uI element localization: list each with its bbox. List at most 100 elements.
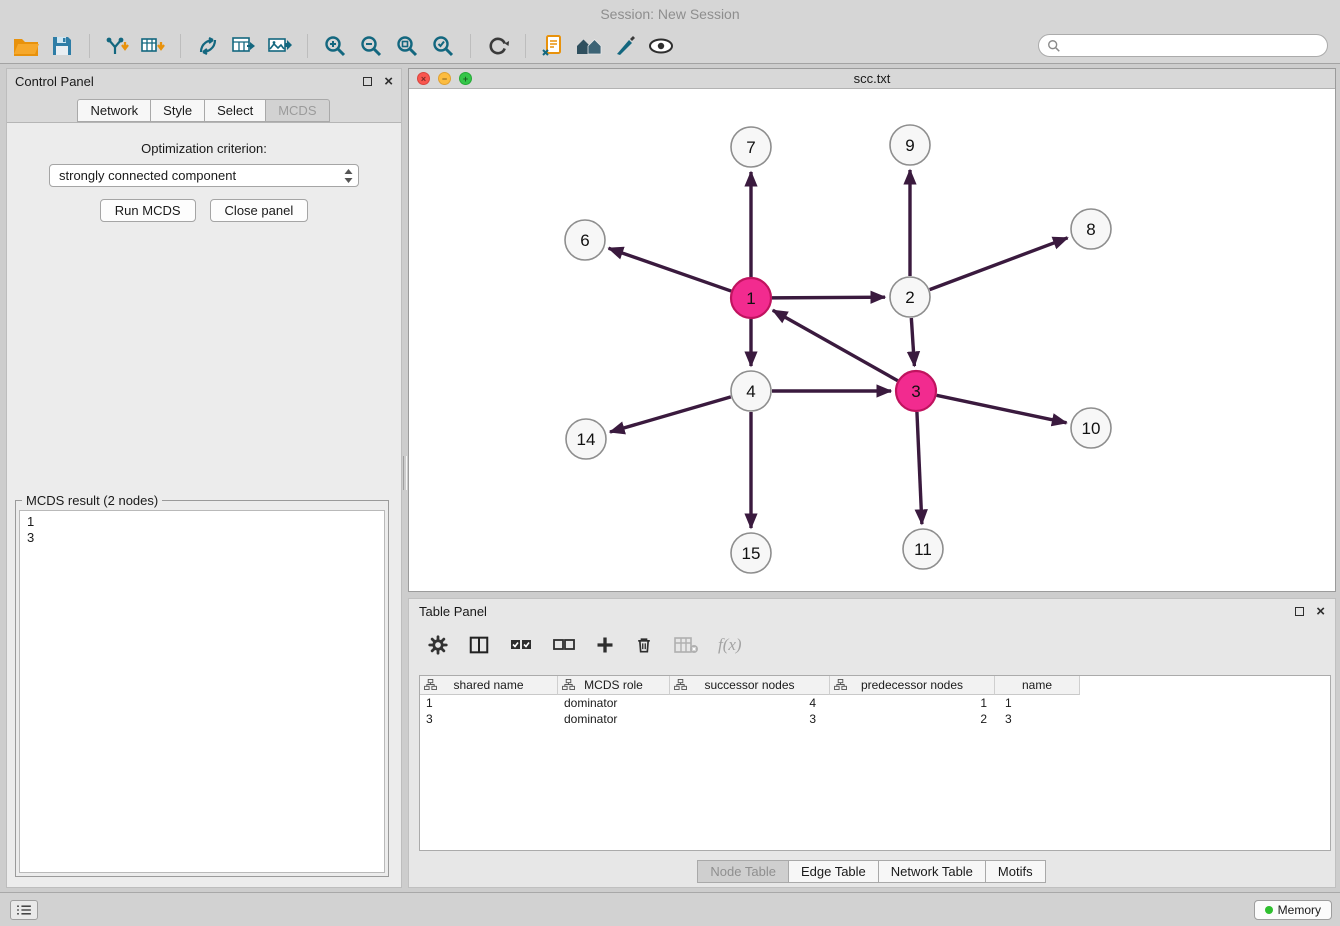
column-header-name[interactable]: name: [995, 676, 1080, 695]
cell-mcds-role: dominator: [558, 696, 670, 710]
network-graph[interactable]: 7 9 6 8 1 2 4 3 14 10 15 11: [409, 89, 1335, 591]
toolbar-separator: [180, 34, 181, 58]
tab-style[interactable]: Style: [150, 99, 205, 122]
import-network-icon: [105, 34, 129, 58]
main-toolbar: [0, 28, 1340, 64]
import-network-button[interactable]: [101, 32, 133, 60]
trash-icon[interactable]: [634, 634, 654, 656]
graph-node-8[interactable]: 8: [1071, 209, 1111, 249]
tab-node-table[interactable]: Node Table: [697, 860, 789, 883]
zoom-in-button[interactable]: [319, 32, 351, 60]
cell-name: 3: [995, 712, 1080, 726]
graph-edge-3-11[interactable]: [917, 412, 922, 524]
control-panel: Control Panel × Network Style Select MCD…: [6, 68, 402, 888]
function-builder-icon[interactable]: f(x): [718, 635, 742, 655]
export-image-button[interactable]: [264, 32, 296, 60]
network-from-selection-button[interactable]: [192, 32, 224, 60]
column-header-shared-name[interactable]: shared name: [420, 676, 558, 695]
refresh-layout-button[interactable]: [482, 32, 514, 60]
minimize-window-icon[interactable]: −: [438, 72, 451, 85]
run-mcds-button[interactable]: Run MCDS: [100, 199, 196, 222]
graph-edge-3-10[interactable]: [937, 395, 1067, 422]
task-history-button[interactable]: [10, 900, 38, 920]
table-header-row: shared name MCDS role successor nodes pr…: [420, 676, 1330, 695]
tab-motifs[interactable]: Motifs: [985, 860, 1046, 883]
zoom-out-button[interactable]: [355, 32, 387, 60]
cell-successor-nodes: 4: [670, 696, 830, 710]
graph-node-14[interactable]: 14: [566, 419, 606, 459]
splitter-grip: [403, 456, 407, 490]
table-row[interactable]: 3 dominator 3 2 3: [420, 711, 1330, 727]
select-all-icon[interactable]: [509, 636, 533, 654]
save-session-button[interactable]: [46, 32, 78, 60]
hierarchy-icon: [834, 679, 847, 690]
copy-document-button[interactable]: [537, 32, 569, 60]
graph-node-3[interactable]: 3: [896, 371, 936, 411]
window-title: Session: New Session: [0, 0, 1340, 28]
column-header-successor-nodes[interactable]: successor nodes: [670, 676, 830, 695]
criterion-dropdown[interactable]: strongly connected component: [49, 164, 359, 187]
memory-button[interactable]: Memory: [1254, 900, 1332, 920]
close-panel-icon[interactable]: ×: [384, 74, 393, 89]
mcds-result-box[interactable]: 1 3: [19, 510, 385, 873]
cell-mcds-role: dominator: [558, 712, 670, 726]
column-header-predecessor-nodes[interactable]: predecessor nodes: [830, 676, 995, 695]
graph-edge-2-3[interactable]: [911, 318, 914, 366]
houses-button[interactable]: [573, 32, 605, 60]
graph-edge-3-1[interactable]: [773, 310, 898, 380]
close-panel-button[interactable]: Close panel: [210, 199, 309, 222]
graph-edge-4-14[interactable]: [610, 397, 731, 432]
close-window-icon[interactable]: ×: [417, 72, 430, 85]
graph-node-4[interactable]: 4: [731, 371, 771, 411]
network-canvas[interactable]: 7 9 6 8 1 2 4 3 14 10 15 11: [409, 89, 1335, 591]
graph-node-9[interactable]: 9: [890, 125, 930, 165]
tab-network-table[interactable]: Network Table: [878, 860, 986, 883]
close-table-panel-icon[interactable]: ×: [1316, 604, 1325, 619]
search-field[interactable]: [1038, 34, 1328, 57]
float-panel-icon[interactable]: [363, 77, 372, 86]
graph-node-1[interactable]: 1: [731, 278, 771, 318]
table-panel: Table Panel × f(x) shared name MCDS role…: [408, 598, 1336, 888]
network-from-selection-icon: [196, 34, 220, 58]
zoom-selected-button[interactable]: [427, 32, 459, 60]
graph-node-7[interactable]: 7: [731, 127, 771, 167]
graph-node-label: 11: [914, 540, 932, 559]
gear-icon[interactable]: [427, 634, 449, 656]
eye-button[interactable]: [645, 32, 677, 60]
style-brush-button[interactable]: [609, 32, 641, 60]
graph-node-label: 8: [1086, 220, 1095, 239]
status-bar: Memory: [0, 892, 1340, 926]
graph-node-6[interactable]: 6: [565, 220, 605, 260]
choose-columns-icon[interactable]: [468, 634, 490, 656]
hierarchy-icon: [424, 679, 437, 690]
zoom-fit-button[interactable]: [391, 32, 423, 60]
import-table-button[interactable]: [137, 32, 169, 60]
graph-edge-1-6[interactable]: [609, 248, 732, 291]
graph-edge-1-2[interactable]: [772, 297, 885, 298]
graph-node-11[interactable]: 11: [903, 529, 943, 569]
open-session-button[interactable]: [10, 32, 42, 60]
table-panel-title: Table Panel: [419, 604, 487, 619]
graph-node-15[interactable]: 15: [731, 533, 771, 573]
table-row[interactable]: 1 dominator 4 1 1: [420, 695, 1330, 711]
tab-edge-table[interactable]: Edge Table: [788, 860, 879, 883]
graph-node-label: 2: [905, 288, 914, 307]
add-row-icon[interactable]: [595, 635, 615, 655]
tab-select[interactable]: Select: [204, 99, 266, 122]
column-header-mcds-role[interactable]: MCDS role: [558, 676, 670, 695]
dropdown-stepper-icon: [344, 169, 353, 183]
column-label: successor nodes: [704, 678, 794, 692]
float-table-panel-icon[interactable]: [1295, 607, 1304, 616]
tab-mcds[interactable]: MCDS: [265, 99, 329, 122]
graph-edge-2-8[interactable]: [930, 238, 1068, 290]
unselect-all-icon[interactable]: [552, 636, 576, 654]
search-input[interactable]: [1067, 39, 1319, 53]
maximize-window-icon[interactable]: +: [459, 72, 472, 85]
graph-node-label: 1: [746, 289, 755, 308]
table-window-button[interactable]: [228, 32, 260, 60]
graph-node-2[interactable]: 2: [890, 277, 930, 317]
cell-name: 1: [995, 696, 1080, 710]
graph-node-10[interactable]: 10: [1071, 408, 1111, 448]
tab-network[interactable]: Network: [77, 99, 151, 122]
delete-table-icon[interactable]: [673, 635, 699, 655]
